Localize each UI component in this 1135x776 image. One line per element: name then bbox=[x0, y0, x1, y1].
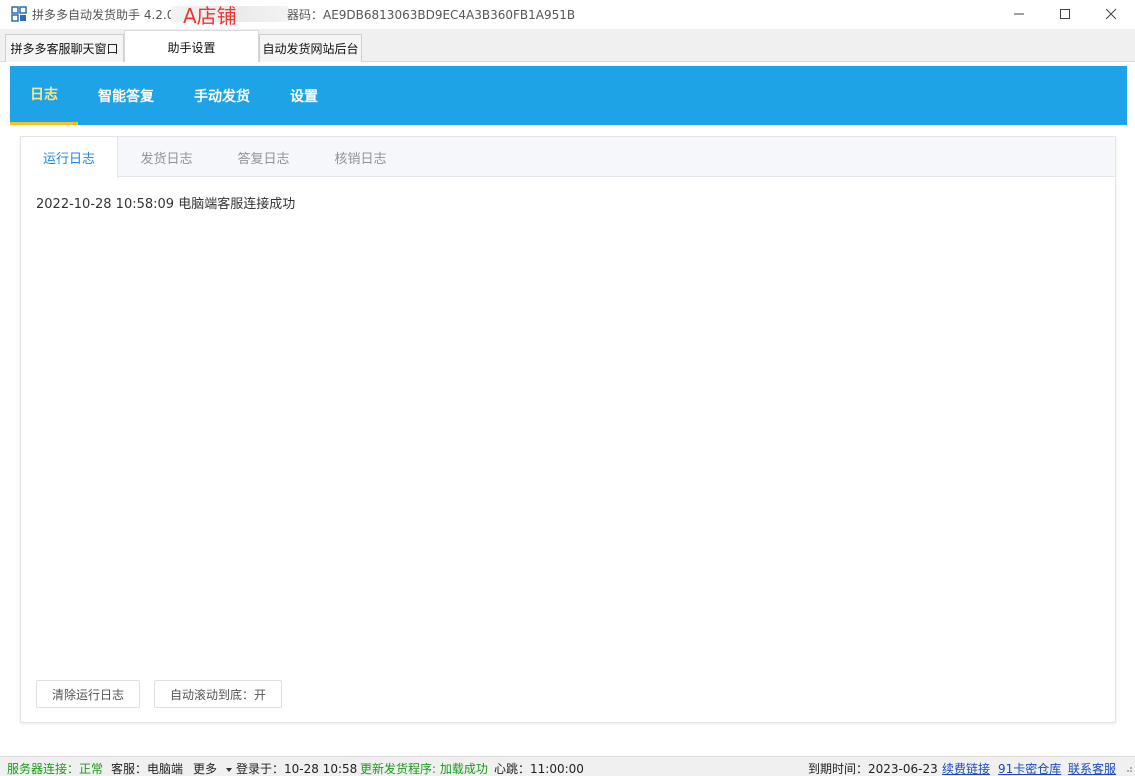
contact-support-link[interactable]: 联系客服 bbox=[1068, 760, 1116, 776]
renew-link[interactable]: 续费链接 bbox=[942, 760, 990, 776]
tab-auto-ship-backend[interactable]: 自动发货网站后台 bbox=[259, 34, 362, 62]
maximize-icon[interactable] bbox=[1042, 0, 1088, 28]
shop-overlay-label: A店铺 bbox=[183, 4, 237, 28]
heartbeat: 心跳：11:00:00 bbox=[494, 762, 584, 776]
autoscroll-toggle-button[interactable]: 自动滚动到底：开 bbox=[154, 680, 282, 708]
tab-assistant-settings[interactable]: 助手设置 bbox=[124, 30, 259, 63]
nav-smart-reply[interactable]: 智能答复 bbox=[88, 66, 164, 125]
tab-reply-log[interactable]: 答复日志 bbox=[215, 137, 312, 177]
close-icon[interactable] bbox=[1088, 0, 1134, 28]
outer-tab-strip: 拼多多客服聊天窗口 助手设置 自动发货网站后台 bbox=[0, 29, 1135, 63]
server-connection-value: 正常 bbox=[79, 762, 104, 776]
window-title: 拼多多自动发货助手 4.2.0（ bbox=[32, 8, 187, 22]
nav-settings[interactable]: 设置 bbox=[280, 66, 328, 125]
title-bar: 拼多多自动发货助手 4.2.0（ 器码：AE9DB6813063BD9EC4A3… bbox=[0, 0, 1135, 28]
kami-store-link[interactable]: 91卡密仓库 bbox=[998, 760, 1061, 776]
tab-verify-log[interactable]: 核销日志 bbox=[312, 137, 409, 177]
minimize-icon[interactable] bbox=[996, 0, 1042, 28]
update-status: 更新发货程序: 加载成功 bbox=[360, 762, 488, 776]
service-mode: 客服：电脑端 bbox=[111, 762, 184, 776]
log-card: 运行日志 发货日志 答复日志 核销日志 2022-10-28 10:58:09 … bbox=[20, 136, 1116, 723]
tab-pdd-chat[interactable]: 拼多多客服聊天窗口 bbox=[5, 34, 124, 62]
login-time: 登录于：10-28 10:58 bbox=[236, 762, 358, 776]
caret-down-icon bbox=[225, 767, 232, 772]
resize-grip-icon[interactable] bbox=[1123, 763, 1133, 773]
clear-log-button[interactable]: 清除运行日志 bbox=[36, 680, 140, 708]
nav-log[interactable]: 日志 bbox=[10, 66, 78, 125]
tab-run-log[interactable]: 运行日志 bbox=[21, 137, 118, 178]
server-connection-label: 服务器连接： bbox=[7, 762, 80, 776]
log-entry: 2022-10-28 10:58:09 电脑端客服连接成功 bbox=[36, 197, 296, 212]
main-nav: 日志 智能答复 手动发货 设置 bbox=[10, 66, 1127, 125]
app-grid-icon bbox=[11, 6, 27, 22]
more-menu[interactable]: 更多 bbox=[193, 760, 233, 776]
tab-ship-log[interactable]: 发货日志 bbox=[118, 137, 215, 177]
status-bar: 服务器连接： 正常 客服：电脑端 更多 登录于：10-28 10:58 更新发货… bbox=[0, 756, 1135, 776]
machine-code: 器码：AE9DB6813063BD9EC4A3B360FB1A951B bbox=[287, 8, 576, 22]
nav-manual-ship[interactable]: 手动发货 bbox=[184, 66, 260, 125]
expire-date: 到期时间：2023-06-23 bbox=[808, 762, 938, 776]
log-tab-strip: 运行日志 发货日志 答复日志 核销日志 bbox=[21, 137, 1115, 178]
more-menu-label: 更多 bbox=[193, 762, 218, 776]
